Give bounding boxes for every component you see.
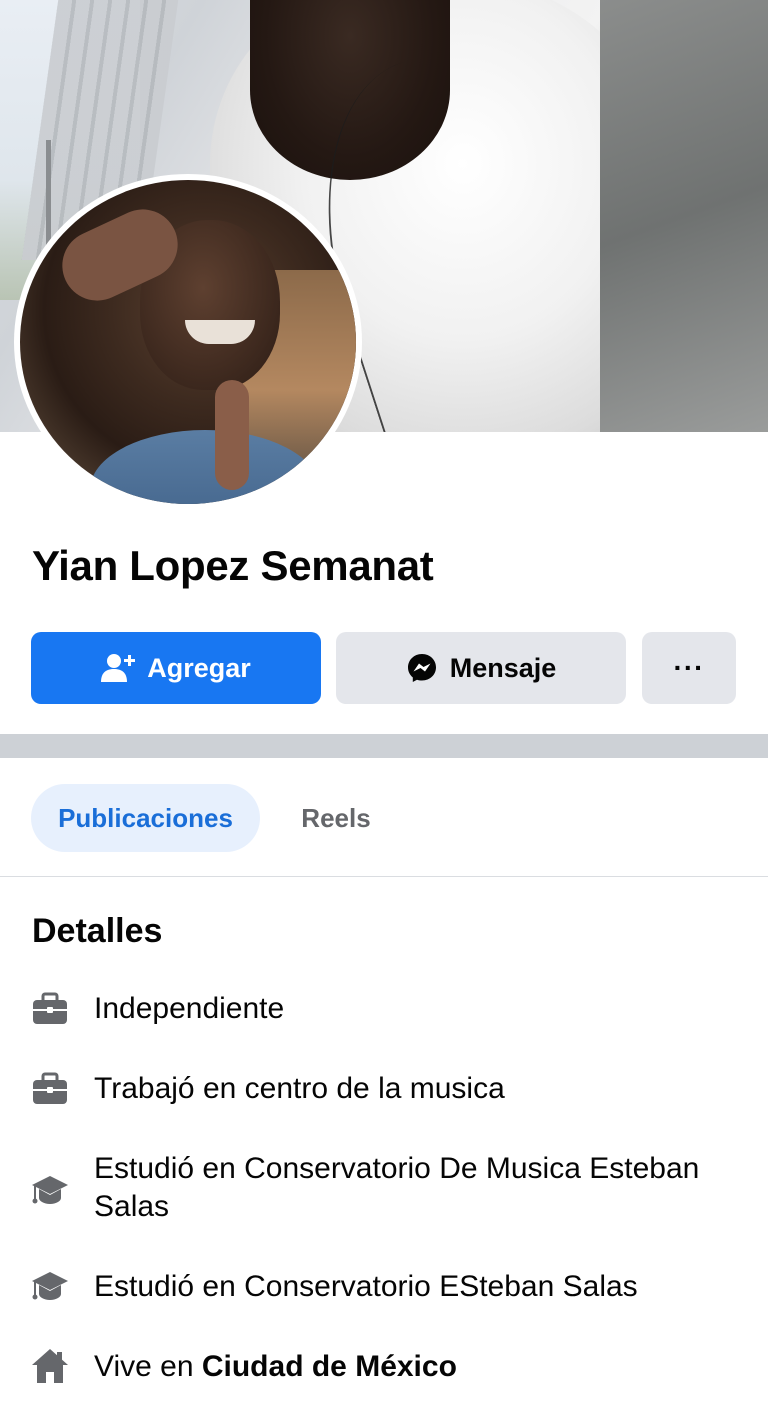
details-heading: Detalles (32, 912, 163, 950)
tab-reels[interactable]: Reels (276, 784, 396, 852)
more-options-icon: ··· (673, 652, 705, 683)
profile-avatar[interactable] (14, 174, 362, 510)
graduation-cap-icon (30, 1170, 70, 1210)
location-place[interactable]: Ciudad de México (202, 1350, 457, 1383)
location-prefix: Vive en (94, 1350, 202, 1383)
messenger-icon (406, 652, 438, 684)
detail-text: Independiente (94, 992, 285, 1025)
message-label: Mensaje (449, 652, 557, 683)
home-icon (30, 1346, 70, 1386)
profile-name: Yian Lopez Semanat (32, 542, 434, 589)
add-friend-label: Agregar (147, 652, 251, 683)
section-divider (0, 734, 768, 758)
message-button[interactable]: Mensaje (336, 632, 626, 704)
add-friend-button[interactable]: Agregar (31, 632, 321, 704)
briefcase-icon (30, 988, 70, 1028)
more-options-button[interactable]: ··· (642, 632, 736, 704)
detail-text-location: Vive en Ciudad de México (94, 1348, 734, 1386)
detail-text: Trabajó en centro de la musica (94, 1072, 505, 1105)
tab-publicaciones[interactable]: Publicaciones (31, 784, 260, 852)
graduation-cap-icon (30, 1266, 70, 1306)
briefcase-icon (30, 1068, 70, 1108)
add-friend-icon (101, 653, 136, 683)
detail-text: Estudió en Conservatorio De Musica Esteb… (94, 1152, 700, 1223)
tabs-divider (0, 876, 768, 877)
profile-page: Yian Lopez Semanat Agregar Mensaje ··· P… (0, 0, 768, 1420)
detail-text: Estudió en Conservatorio ESteban Salas (94, 1270, 638, 1303)
